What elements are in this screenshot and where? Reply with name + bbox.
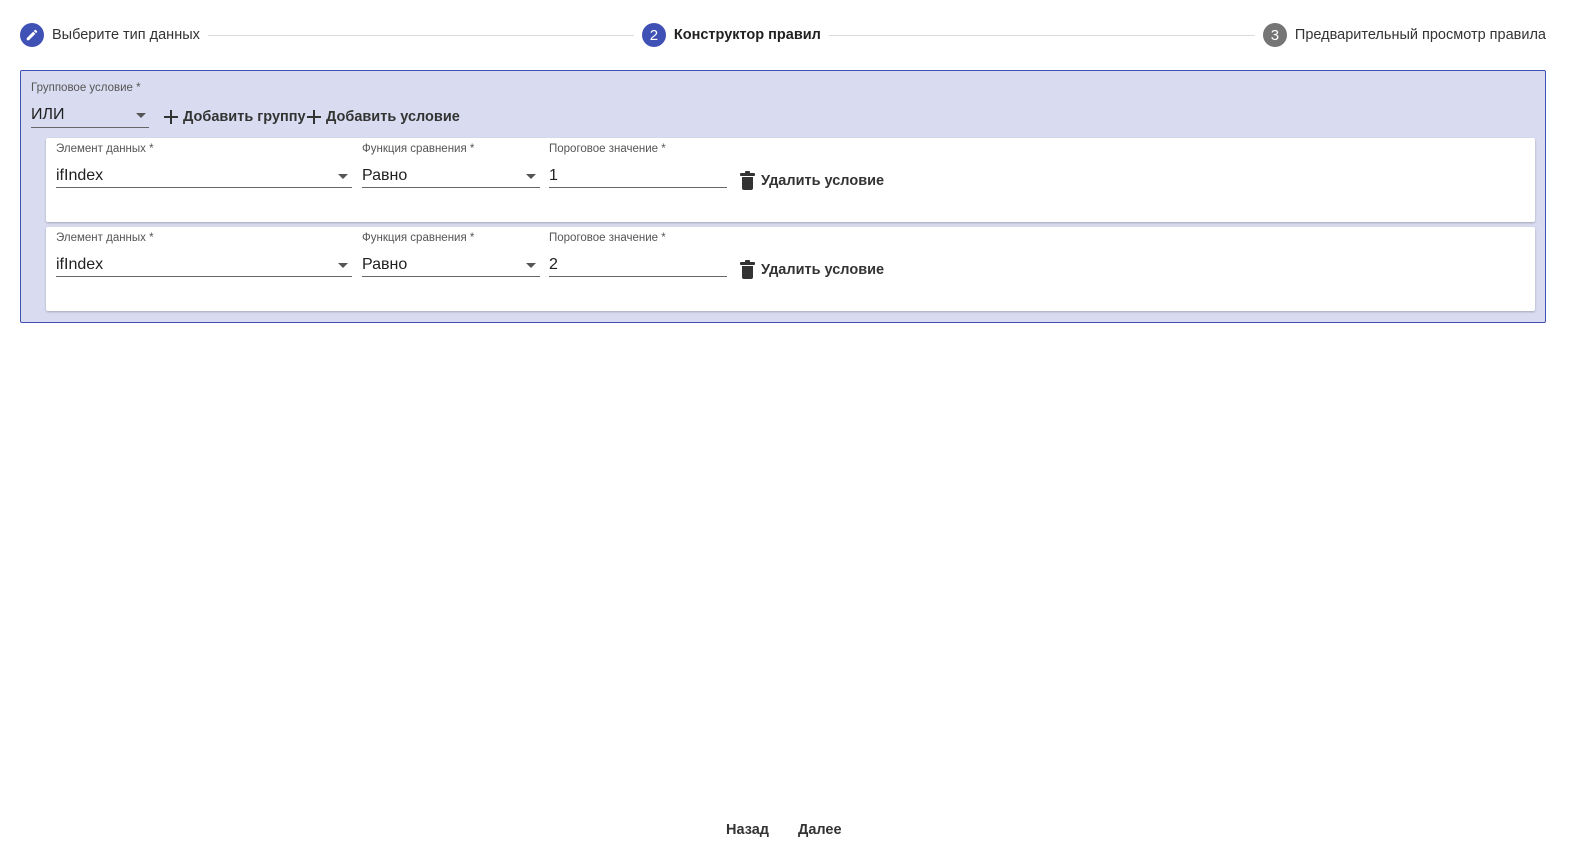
back-button[interactable]: Назад — [726, 822, 769, 838]
step-label: Выберите тип данных — [52, 27, 200, 43]
threshold-input[interactable]: 1 — [549, 166, 727, 188]
trash-icon — [740, 260, 755, 279]
comparison-function-value: Равно — [362, 256, 408, 273]
add-condition-label: Добавить условие — [326, 109, 460, 125]
dropdown-arrow-icon — [526, 263, 536, 268]
comparison-function-value: Равно — [362, 167, 408, 184]
threshold-value: 2 — [549, 256, 558, 273]
data-element-label: Элемент данных * — [56, 232, 154, 244]
condition-group: Групповое условие * ИЛИ Добавить группу … — [20, 70, 1546, 323]
next-button[interactable]: Далее — [798, 822, 842, 838]
threshold-value: 1 — [549, 167, 558, 184]
dropdown-arrow-icon — [338, 263, 348, 268]
threshold-label: Пороговое значение * — [549, 143, 666, 155]
group-operator-value: ИЛИ — [31, 106, 65, 123]
step-connector — [207, 34, 634, 36]
dropdown-arrow-icon — [338, 174, 348, 179]
step-connector — [828, 34, 1255, 36]
comparison-function-select[interactable]: Равно — [362, 255, 540, 277]
delete-condition-button[interactable]: Удалить условие — [740, 260, 885, 279]
step-rule-builder[interactable]: 2 Конструктор правил — [641, 23, 821, 47]
delete-condition-button[interactable]: Удалить условие — [740, 171, 885, 190]
step-select-data-type[interactable]: Выберите тип данных — [20, 23, 200, 47]
comparison-function-label: Функция сравнения * — [362, 143, 475, 155]
threshold-input[interactable]: 2 — [549, 255, 727, 277]
step-label: Предварительный просмотр правила — [1294, 27, 1546, 43]
edit-pencil-icon — [20, 23, 44, 47]
plus-icon — [164, 110, 178, 124]
condition-card: Элемент данных * ifIndex Функция сравнен… — [46, 227, 1535, 311]
group-condition-label: Групповое условие * — [31, 82, 141, 94]
step-number: 2 — [641, 23, 666, 47]
add-condition-button[interactable]: Добавить условие — [307, 109, 460, 125]
data-element-value: ifIndex — [56, 167, 104, 184]
dropdown-arrow-icon — [526, 174, 536, 179]
comparison-function-select[interactable]: Равно — [362, 166, 540, 188]
step-rule-preview[interactable]: 3 Предварительный просмотр правила — [1262, 23, 1546, 47]
comparison-function-label: Функция сравнения * — [362, 232, 475, 244]
group-operator-select[interactable]: ИЛИ — [31, 106, 149, 128]
add-group-label: Добавить группу — [183, 109, 306, 125]
data-element-select[interactable]: ifIndex — [56, 255, 352, 277]
add-group-button[interactable]: Добавить группу — [164, 109, 306, 125]
condition-card: Элемент данных * ifIndex Функция сравнен… — [46, 138, 1535, 222]
threshold-label: Пороговое значение * — [549, 232, 666, 244]
plus-icon — [307, 110, 321, 124]
step-number: 3 — [1262, 23, 1287, 47]
data-element-select[interactable]: ifIndex — [56, 166, 352, 188]
data-element-value: ifIndex — [56, 256, 104, 273]
stepper: Выберите тип данных 2 Конструктор правил… — [20, 22, 1546, 48]
data-element-label: Элемент данных * — [56, 143, 154, 155]
delete-condition-label: Удалить условие — [761, 173, 885, 189]
trash-icon — [740, 171, 755, 190]
delete-condition-label: Удалить условие — [761, 262, 885, 278]
step-label: Конструктор правил — [673, 27, 821, 43]
dropdown-arrow-icon — [136, 113, 146, 118]
